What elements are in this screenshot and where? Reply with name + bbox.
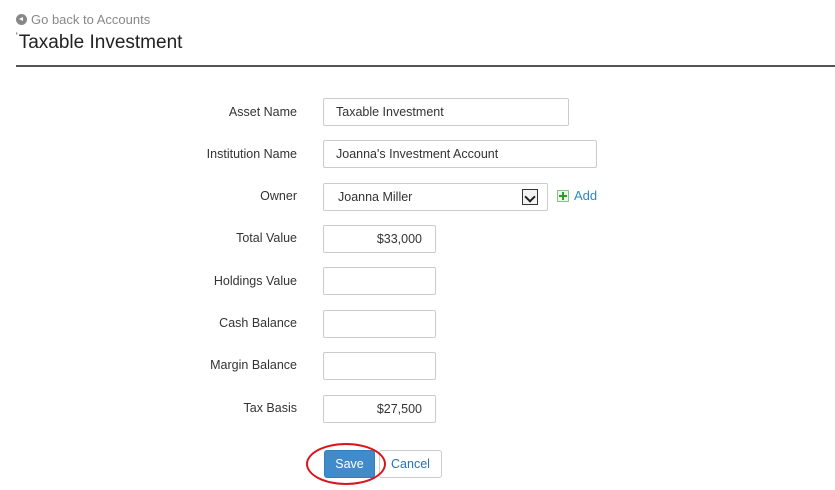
- page-title: 'Taxable Investment: [16, 31, 183, 54]
- margin-balance-input[interactable]: [323, 352, 436, 380]
- tax-basis-label: Tax Basis: [243, 401, 298, 415]
- total-value-label: Total Value: [236, 231, 297, 245]
- cash-balance-label: Cash Balance: [219, 316, 297, 330]
- margin-balance-label: Margin Balance: [210, 358, 297, 372]
- holdings-value-input[interactable]: [323, 267, 436, 295]
- add-owner-link[interactable]: Add: [557, 188, 597, 203]
- holdings-value-label: Holdings Value: [213, 274, 297, 288]
- owner-selected-value: Joanna Miller: [338, 190, 413, 204]
- header-divider: [16, 65, 835, 67]
- back-link-label: Go back to Accounts: [31, 12, 151, 27]
- institution-name-input[interactable]: [323, 140, 597, 168]
- title-mark: ': [16, 31, 18, 41]
- save-button[interactable]: Save: [324, 450, 375, 478]
- back-to-accounts-link[interactable]: Go back to Accounts: [16, 12, 150, 27]
- cancel-button[interactable]: Cancel: [379, 450, 442, 478]
- tax-basis-input[interactable]: [323, 395, 436, 423]
- add-owner-label: Add: [574, 188, 598, 203]
- arrow-circle-left-icon: [16, 14, 27, 25]
- asset-name-label: Asset Name: [228, 105, 297, 119]
- owner-label: Owner: [260, 189, 297, 203]
- cash-balance-input[interactable]: [323, 310, 436, 338]
- plus-square-icon: [557, 189, 569, 202]
- page-title-text: Taxable Investment: [18, 32, 183, 53]
- chevron-down-icon: [522, 189, 538, 205]
- total-value-input[interactable]: [323, 225, 436, 253]
- owner-select[interactable]: Joanna Miller: [323, 183, 548, 211]
- institution-name-label: Institution Name: [206, 147, 297, 161]
- asset-name-input[interactable]: [323, 98, 569, 126]
